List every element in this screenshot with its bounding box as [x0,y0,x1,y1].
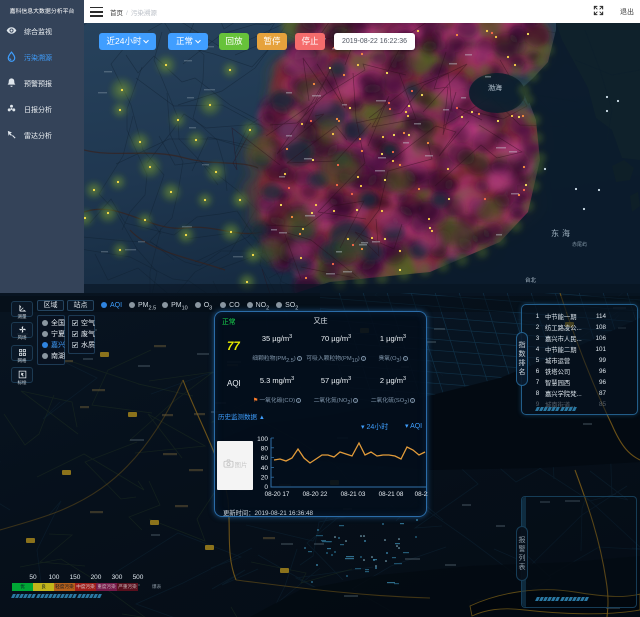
svg-text:台北: 台北 [525,276,537,284]
svg-text:08-20 17: 08-20 17 [265,491,290,498]
svg-text:20: 20 [261,474,269,481]
svg-text:0: 0 [264,484,268,491]
svg-text:渤海: 渤海 [488,83,502,92]
svg-text:08-20 22: 08-20 22 [303,491,328,498]
svg-text:100: 100 [257,436,268,443]
svg-text:东海: 东海 [551,228,573,238]
svg-text:40: 40 [261,465,269,472]
svg-text:08-21 08: 08-21 08 [379,491,404,498]
svg-text:08-21 13: 08-21 13 [415,491,428,498]
svg-text:08-21 03: 08-21 03 [341,491,366,498]
svg-text:60: 60 [261,455,269,462]
svg-text:80: 80 [261,446,269,453]
svg-text:赤尾屿: 赤尾屿 [572,241,587,248]
